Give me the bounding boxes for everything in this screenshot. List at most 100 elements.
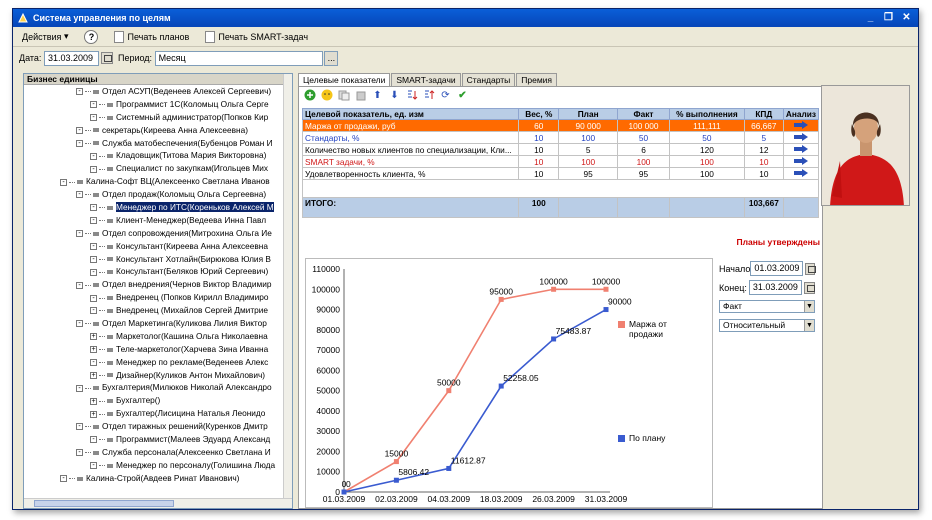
collapse-icon[interactable]: - bbox=[90, 462, 97, 470]
collapse-icon[interactable]: - bbox=[90, 114, 97, 122]
table-row[interactable]: Стандарты, % 10 100 50 50 5 bbox=[301, 131, 820, 144]
end-date-field[interactable]: 31.03.2009 bbox=[748, 280, 802, 295]
minimize-icon[interactable]: _ bbox=[863, 12, 878, 25]
tree-vertical-scrollbar[interactable] bbox=[283, 74, 292, 508]
tree-item[interactable]: - Системный администратор(Попков Кир bbox=[24, 111, 292, 124]
collapse-icon[interactable]: - bbox=[76, 320, 83, 328]
tree-item[interactable]: + Бухгалтер() bbox=[24, 394, 292, 407]
column-header[interactable]: Факт bbox=[617, 108, 670, 120]
tree-item[interactable]: - Калина-Строй(Авдеев Ринат Иванович) bbox=[24, 472, 292, 485]
tree-item[interactable]: - Отдел АСУП(Веденеев Алексей Сергеевич) bbox=[24, 85, 292, 98]
tab-bonus[interactable]: Премия bbox=[516, 73, 558, 86]
table-row[interactable]: SMART задачи, % 10 100 100 100 10 bbox=[301, 155, 820, 168]
tree-item[interactable]: + Маркетолог(Кашина Ольга Николаевна bbox=[24, 330, 292, 343]
restore-icon[interactable]: ❐ bbox=[881, 12, 896, 25]
table-row[interactable]: Удовлетворенность клиента, % 10 95 95 100 10 bbox=[301, 167, 820, 180]
table-row[interactable]: Маржа от продажи, руб 60 90 000 100 000 111,… bbox=[301, 119, 820, 132]
value-type-select[interactable]: Факт ▼ bbox=[719, 300, 815, 313]
refresh-icon[interactable]: ⟳ bbox=[439, 89, 452, 102]
tree-item[interactable]: - Менеджер по ИТС(Кореньков Алексей М bbox=[24, 201, 292, 214]
tree-horizontal-scrollbar[interactable] bbox=[24, 498, 292, 508]
collapse-icon[interactable]: - bbox=[90, 101, 97, 109]
analysis-cell[interactable] bbox=[782, 155, 820, 168]
collapse-icon[interactable]: - bbox=[90, 204, 97, 212]
tree-item[interactable]: - Консультант Хотлайн(Бирюкова Юлия В bbox=[24, 253, 292, 266]
expand-icon[interactable]: + bbox=[90, 333, 97, 341]
close-icon[interactable]: ✕ bbox=[899, 12, 914, 25]
add-icon[interactable] bbox=[303, 89, 316, 102]
actions-menu[interactable]: Действия ▾ bbox=[17, 30, 73, 43]
tree-item[interactable]: + Теле-маркетолог(Харчева Зина Иванна bbox=[24, 343, 292, 356]
column-header[interactable]: Целевой показатель, ед. изм bbox=[301, 108, 520, 120]
move-down-icon[interactable]: ⬇ bbox=[388, 89, 401, 102]
tab-target-indicators[interactable]: Целевые показатели bbox=[298, 73, 391, 87]
sort-asc-icon[interactable] bbox=[405, 89, 418, 102]
tree-item[interactable]: - Калина-Софт ВЦ(Алексеенко Светлана Иван… bbox=[24, 175, 292, 188]
tree-item[interactable]: - Программист 1С(Коломыц Ольга Серге bbox=[24, 98, 292, 111]
tree-item[interactable]: - Отдел продаж(Коломыц Ольга Сергеевна) bbox=[24, 188, 292, 201]
collapse-icon[interactable]: - bbox=[76, 139, 83, 147]
column-header[interactable]: КПД bbox=[743, 108, 784, 120]
collapse-icon[interactable]: - bbox=[76, 230, 83, 238]
analysis-cell[interactable] bbox=[782, 167, 820, 180]
tree-item[interactable]: - секретарь(Киреева Анна Алексеевна) bbox=[24, 124, 292, 137]
tree-item[interactable]: - Служба матобеспечения(Бубенцов Роман И bbox=[24, 137, 292, 150]
analysis-icon[interactable] bbox=[793, 144, 808, 153]
collapse-icon[interactable]: - bbox=[76, 126, 83, 134]
start-date-field[interactable]: 01.03.2009 bbox=[750, 261, 804, 276]
collapse-icon[interactable]: - bbox=[90, 255, 97, 263]
collapse-icon[interactable]: - bbox=[76, 384, 83, 392]
mode-select[interactable]: Относительный ▼ bbox=[719, 319, 815, 332]
collapse-icon[interactable]: - bbox=[76, 88, 83, 96]
collapse-icon[interactable]: - bbox=[76, 449, 83, 457]
tree-item[interactable]: - Консультант(Беляков Юрий Сергеевич) bbox=[24, 265, 292, 278]
tree-item[interactable]: - Программист(Малеев Эдуард Александ bbox=[24, 433, 292, 446]
collapse-icon[interactable]: - bbox=[90, 165, 97, 173]
tree-item[interactable]: - Отдел тиражных решений(Куренков Дмитр bbox=[24, 420, 292, 433]
help-button[interactable]: ? bbox=[79, 29, 103, 45]
copy-icon[interactable] bbox=[337, 89, 350, 102]
collapse-icon[interactable]: - bbox=[90, 436, 97, 444]
tree-item[interactable]: + Бухгалтер(Лисицина Наталья Леонидо bbox=[24, 407, 292, 420]
collapse-icon[interactable]: - bbox=[76, 423, 83, 431]
collapse-icon[interactable]: - bbox=[76, 191, 83, 199]
analysis-cell[interactable] bbox=[782, 119, 820, 132]
analysis-icon[interactable] bbox=[793, 156, 808, 165]
analysis-cell[interactable] bbox=[782, 131, 820, 144]
table-row[interactable]: Количество новых клиентов по специализац… bbox=[301, 143, 820, 156]
tree-item[interactable]: - Менеджер по рекламе(Веденеев Алекс bbox=[24, 356, 292, 369]
print-smart-button[interactable]: Печать SMART-задач bbox=[200, 30, 313, 44]
check-icon[interactable]: ✔ bbox=[456, 89, 469, 102]
scroll-thumb[interactable] bbox=[34, 500, 174, 507]
collapse-icon[interactable]: - bbox=[60, 475, 67, 483]
collapse-icon[interactable]: - bbox=[90, 307, 97, 315]
analysis-icon[interactable] bbox=[793, 132, 808, 141]
tree-item[interactable]: - Отдел сопровождения(Митрохина Ольга Ие bbox=[24, 227, 292, 240]
smiley-icon[interactable] bbox=[320, 89, 333, 102]
calendar-icon[interactable] bbox=[803, 281, 815, 294]
collapse-icon[interactable]: - bbox=[90, 268, 97, 276]
period-choose-button[interactable]: ... bbox=[323, 50, 338, 66]
calendar-icon[interactable] bbox=[805, 262, 816, 275]
tree-item[interactable]: - Внедренец (Михайлов Сергей Дмитрие bbox=[24, 304, 292, 317]
collapse-icon[interactable]: - bbox=[76, 281, 83, 289]
print-plans-button[interactable]: Печать планов bbox=[109, 30, 194, 44]
collapse-icon[interactable]: - bbox=[90, 359, 97, 367]
analysis-cell[interactable] bbox=[782, 143, 820, 156]
tree-item[interactable]: - Клиент-Менеджер(Ведеева Инна Павл bbox=[24, 214, 292, 227]
tab-smart-tasks[interactable]: SMART-задачи bbox=[391, 73, 461, 86]
tree-item[interactable]: - Кладовщик(Титова Мария Викторовна) bbox=[24, 149, 292, 162]
delete-icon[interactable] bbox=[354, 89, 367, 102]
expand-icon[interactable]: + bbox=[90, 397, 97, 405]
tree-item[interactable]: - Менеджер по персоналу(Голишина Люда bbox=[24, 459, 292, 472]
tree-item[interactable]: - Отдел внедрения(Чернов Виктор Владимир bbox=[24, 278, 292, 291]
collapse-icon[interactable]: - bbox=[60, 178, 67, 186]
analysis-icon[interactable] bbox=[793, 120, 808, 129]
move-up-icon[interactable]: ⬆ bbox=[371, 89, 384, 102]
expand-icon[interactable]: + bbox=[90, 371, 97, 379]
collapse-icon[interactable]: - bbox=[90, 294, 97, 302]
tab-standards[interactable]: Стандарты bbox=[461, 73, 516, 86]
tree-item[interactable]: - Отдел Маркетинга(Куликова Лилия Виктор bbox=[24, 317, 292, 330]
period-field[interactable]: Месяц bbox=[154, 50, 323, 66]
sort-desc-icon[interactable] bbox=[422, 89, 435, 102]
